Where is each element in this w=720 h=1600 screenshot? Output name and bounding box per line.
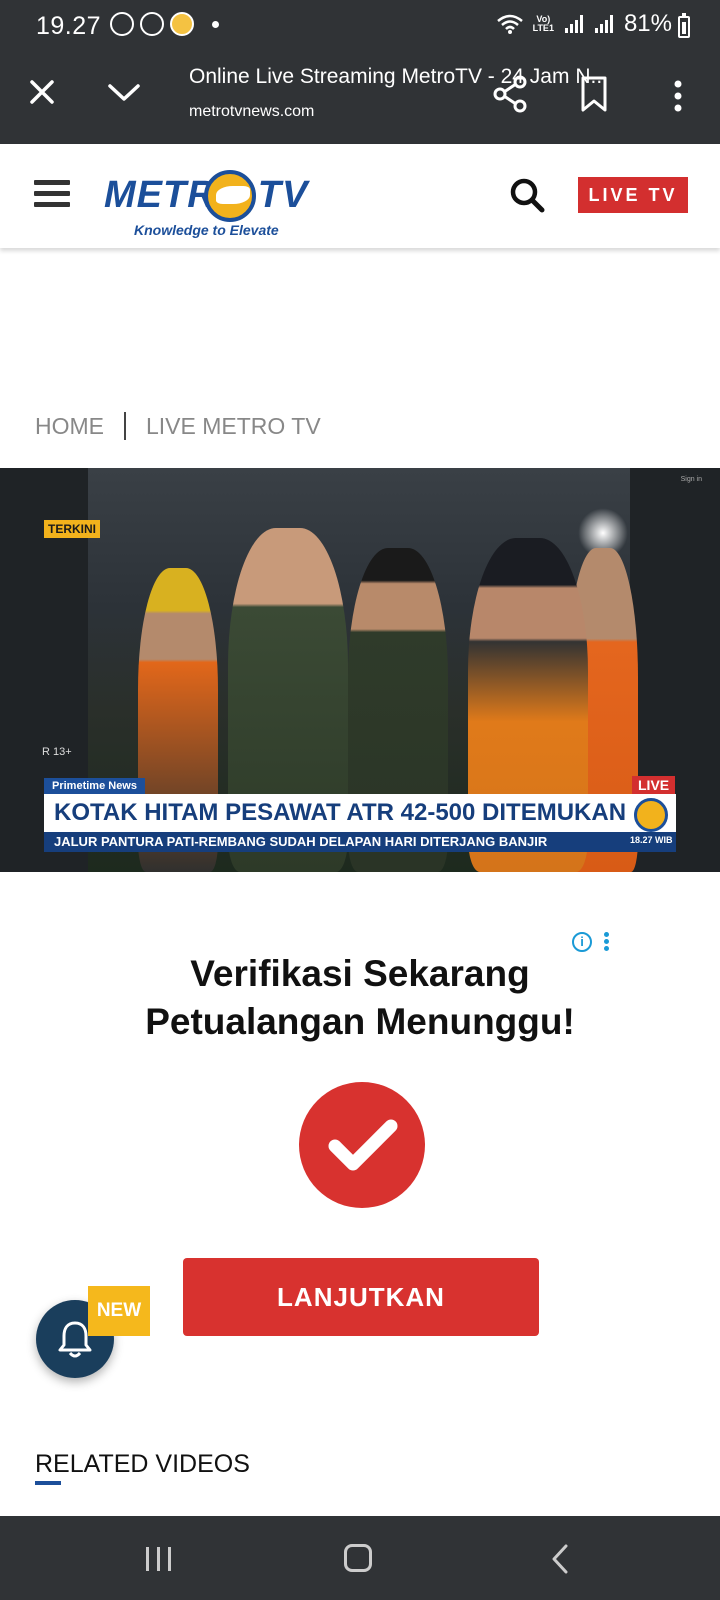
news-headline: KOTAK HITAM PESAWAT ATR 42-500 DITEMUKAN	[44, 794, 676, 832]
home-icon[interactable]	[344, 1544, 372, 1572]
content-rating: R 13+	[42, 746, 72, 758]
lte-indicator: Vo) LTE1	[533, 15, 554, 33]
notification-icons	[110, 12, 219, 36]
bookmark-icon[interactable]	[576, 74, 612, 114]
ad-options-icon[interactable]	[604, 932, 610, 952]
system-status: Vo) LTE1 81%	[496, 10, 672, 38]
status-time: 19.27	[36, 12, 102, 40]
page-title: Online Live Streaming MetroTV - 24 Jam N…	[189, 65, 608, 88]
chevron-down-icon[interactable]	[106, 74, 142, 110]
breadcrumb-current[interactable]: LIVE METRO TV	[146, 413, 321, 440]
page-url[interactable]: metrotvnews.com	[189, 103, 314, 121]
broadcast-clock: 18.27 WIB	[630, 835, 673, 845]
live-tv-button[interactable]: LIVE TV	[578, 177, 688, 213]
breadcrumb: HOME LIVE METRO TV	[35, 412, 321, 440]
more-notifications-icon	[212, 20, 219, 28]
news-ticker: JALUR PANTURA PATI-REMBANG SUDAH DELAPAN…	[44, 832, 676, 852]
related-videos-title: RELATED VIDEOS	[35, 1450, 250, 1478]
system-navigation-bar	[0, 1516, 720, 1600]
ad-banner[interactable]: i Verifikasi Sekarang Petualangan Menung…	[110, 920, 610, 1360]
video-sign-in[interactable]: Sign in	[681, 476, 702, 483]
wifi-icon	[496, 14, 523, 34]
video-player[interactable]: Sign in TERKINI R 13+ Primetime News LIV…	[0, 468, 720, 872]
site-header: METRO TV Knowledge to Elevate LIVE TV	[0, 144, 720, 248]
breadcrumb-home[interactable]: HOME	[35, 413, 104, 440]
checkmark-icon	[299, 1082, 425, 1208]
ad-heading-line: Verifikasi Sekarang	[190, 953, 530, 994]
ad-heading-line: Petualangan Menunggu!	[145, 1001, 575, 1042]
menu-icon[interactable]	[34, 180, 70, 210]
more-options-icon[interactable]	[664, 76, 692, 116]
browser-toolbar: Online Live Streaming MetroTV - 24 Jam N…	[0, 52, 720, 144]
close-icon[interactable]	[24, 74, 60, 110]
terkini-tag: TERKINI	[44, 520, 100, 538]
eagle-logo-icon	[204, 170, 256, 222]
logo-tagline: Knowledge to Elevate	[134, 222, 279, 238]
breadcrumb-separator	[124, 412, 126, 440]
battery-icon	[678, 13, 690, 38]
share-icon[interactable]	[492, 74, 528, 114]
signal-icon	[594, 15, 613, 33]
metrotv-logo[interactable]: METRO TV Knowledge to Elevate	[104, 166, 324, 246]
back-icon[interactable]	[550, 1544, 570, 1574]
live-badge: LIVE	[632, 776, 676, 794]
lte-label-bottom: LTE1	[532, 23, 554, 33]
ad-heading: Verifikasi Sekarang Petualangan Menunggu…	[110, 950, 610, 1046]
ad-info-icon[interactable]: i	[572, 932, 592, 952]
battery-percent: 81%	[623, 10, 672, 37]
app-notification-icon	[170, 12, 194, 36]
whatsapp-icon	[110, 12, 134, 36]
recent-apps-icon[interactable]	[144, 1546, 174, 1572]
status-bar: 19.27 Vo) LTE1 81%	[0, 0, 720, 52]
signal-icon	[564, 15, 583, 33]
section-underline	[35, 1481, 61, 1485]
channel-logo-icon	[634, 798, 668, 832]
continue-button[interactable]: LANJUTKAN	[183, 1258, 539, 1336]
whatsapp-icon	[140, 12, 164, 36]
search-icon[interactable]	[508, 176, 546, 214]
new-badge: NEW	[88, 1286, 150, 1336]
program-name: Primetime News	[44, 778, 145, 794]
